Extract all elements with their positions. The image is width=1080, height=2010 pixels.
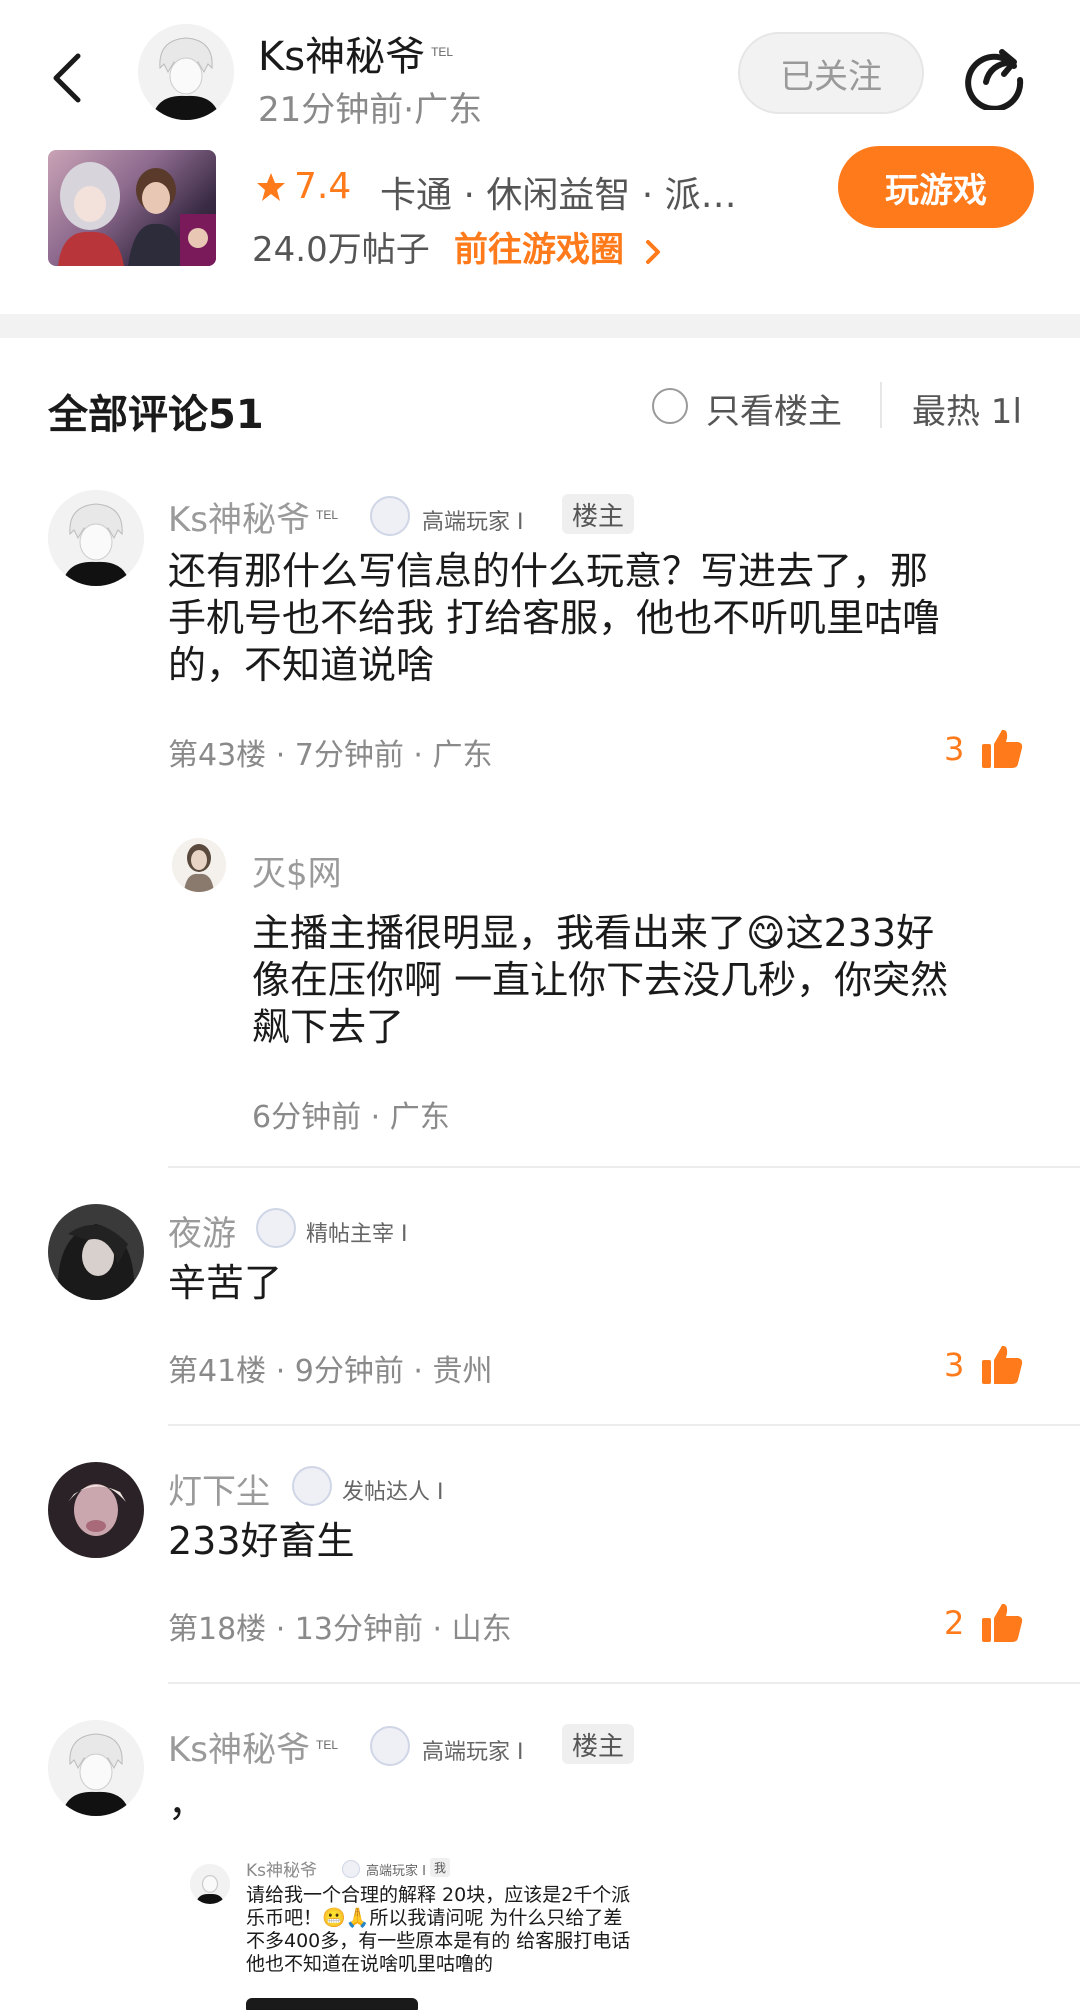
like-count: 2 — [944, 1604, 965, 1642]
commenter-name[interactable]: Ks神秘爷 TEL — [168, 1722, 338, 1771]
comment-text: ， — [168, 1781, 207, 1825]
thumbs-up-icon[interactable] — [980, 1600, 1024, 1644]
comment-divider — [168, 1166, 1080, 1168]
game-thumbnail[interactable] — [48, 150, 216, 266]
sort-selector[interactable]: 最热 1l — [912, 384, 1022, 433]
like-count: 3 — [944, 1346, 965, 1384]
back-icon[interactable] — [44, 48, 94, 108]
commenter-avatar[interactable] — [48, 490, 144, 586]
comment-divider — [168, 1682, 1080, 1684]
commenter-avatar[interactable] — [48, 1720, 144, 1816]
op-tag: 楼主 — [562, 494, 635, 534]
follow-button[interactable]: 已关注 — [738, 32, 924, 114]
commenter-name[interactable]: Ks神秘爷 TEL — [168, 492, 338, 541]
commenter-name[interactable]: 夜游 — [168, 1206, 236, 1255]
user-badge: 发帖达人 I — [342, 1480, 444, 1505]
comment-meta: 第41楼 · 9分钟前 · 贵州 — [168, 1354, 493, 1389]
comment-text: 还有那什么写信息的什么玩意？写进去了，那 手机号也不给我 打给客服，他也不听叽里… — [168, 549, 941, 687]
comment-meta: 第18楼 · 13分钟前 · 山东 — [168, 1612, 512, 1647]
embedded-text: 请给我一个合理的解释 20块，应该是2千个派 乐币吧！😬🙏所以我请问呢 为什么只… — [246, 1884, 631, 1975]
embedded-author-name: Ks神秘爷 — [246, 1861, 318, 1881]
commenter-name[interactable]: 灯下尘 — [168, 1464, 270, 1513]
comment-text: 233好畜生 — [168, 1519, 355, 1563]
comment-image[interactable]: Ks神秘爷 高端玩家 I 我 请给我一个合理的解释 20块，应该是2千个派 乐币… — [176, 1840, 676, 2010]
like-count: 3 — [944, 730, 965, 768]
badge-icon — [256, 1208, 296, 1248]
badge-icon — [292, 1466, 332, 1506]
tel-tag: TEL — [431, 44, 454, 59]
op-tag: 楼主 — [562, 1724, 635, 1764]
user-badge: 高端玩家 I — [422, 510, 524, 535]
reply-text: 主播主播很明显，我看出来了😋这233好 像在压你啊 一直让你下去没几秒，你突然 … — [252, 911, 949, 1049]
thumbs-up-icon[interactable] — [980, 1342, 1024, 1386]
badge-icon — [342, 1860, 360, 1878]
author-name[interactable]: Ks神秘爷 TEL — [258, 24, 453, 82]
user-badge: 精帖主宰 I — [306, 1222, 408, 1247]
embedded-avatar — [190, 1864, 230, 1904]
embedded-self-tag: 我 — [430, 1858, 451, 1877]
comment-text: 辛苦了 — [168, 1261, 283, 1305]
comment-divider — [168, 1424, 1080, 1426]
badge-icon — [370, 1726, 410, 1766]
share-icon[interactable] — [960, 40, 1030, 110]
game-tags: 卡通 · 休闲益智 · 派… — [380, 175, 737, 216]
play-game-button[interactable]: 玩游戏 — [838, 146, 1034, 228]
commenter-avatar[interactable] — [48, 1462, 144, 1558]
reply-author-name[interactable]: 灭$网 — [252, 846, 342, 895]
chevron-right-icon — [645, 239, 660, 264]
thumbs-up-icon[interactable] — [980, 726, 1024, 770]
game-post-count: 24.0万帖子 — [252, 230, 430, 270]
post-time-location: 21分钟前·广东 — [258, 90, 483, 130]
embedded-badge: 高端玩家 I — [366, 1864, 426, 1879]
commenter-avatar[interactable] — [48, 1204, 144, 1300]
section-divider — [0, 314, 1080, 338]
only-op-filter[interactable]: 只看楼主 — [706, 384, 842, 433]
reply-meta: 6分钟前 · 广东 — [252, 1100, 450, 1135]
embedded-image-bar — [246, 1998, 418, 2010]
badge-icon — [370, 496, 410, 536]
star-icon — [257, 172, 285, 201]
comment-meta: 第43楼 · 7分钟前 · 广东 — [168, 738, 493, 773]
comments-title: 全部评论51 — [48, 392, 264, 438]
author-avatar[interactable] — [138, 24, 234, 120]
rating-value: 7.4 — [294, 166, 352, 207]
user-badge: 高端玩家 I — [422, 1740, 524, 1765]
radio-icon[interactable] — [652, 388, 688, 424]
filter-divider — [880, 382, 882, 428]
game-circle-link[interactable]: 前往游戏圈 — [454, 222, 664, 271]
game-rating: 7.4 — [256, 166, 351, 207]
reply-avatar[interactable] — [172, 838, 226, 892]
